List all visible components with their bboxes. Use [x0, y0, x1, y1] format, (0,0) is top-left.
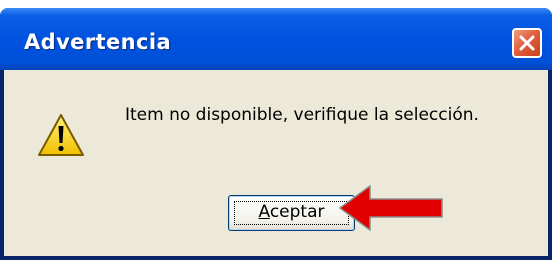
dialog-window: Advertencia Item no disponible, verifiqu… — [0, 8, 552, 260]
dialog-message: Item no disponible, verifique la selecci… — [125, 105, 479, 125]
close-icon — [519, 35, 535, 51]
dialog-body: Item no disponible, verifique la selecci… — [4, 70, 548, 256]
title-bar[interactable]: Advertencia — [0, 8, 552, 70]
accept-button-label: Aceptar — [258, 202, 325, 222]
dialog-title: Advertencia — [24, 30, 172, 54]
close-button[interactable] — [512, 28, 542, 58]
accept-button[interactable]: Aceptar — [228, 195, 355, 231]
warning-icon — [38, 114, 84, 156]
red-arrow-icon — [339, 185, 443, 231]
